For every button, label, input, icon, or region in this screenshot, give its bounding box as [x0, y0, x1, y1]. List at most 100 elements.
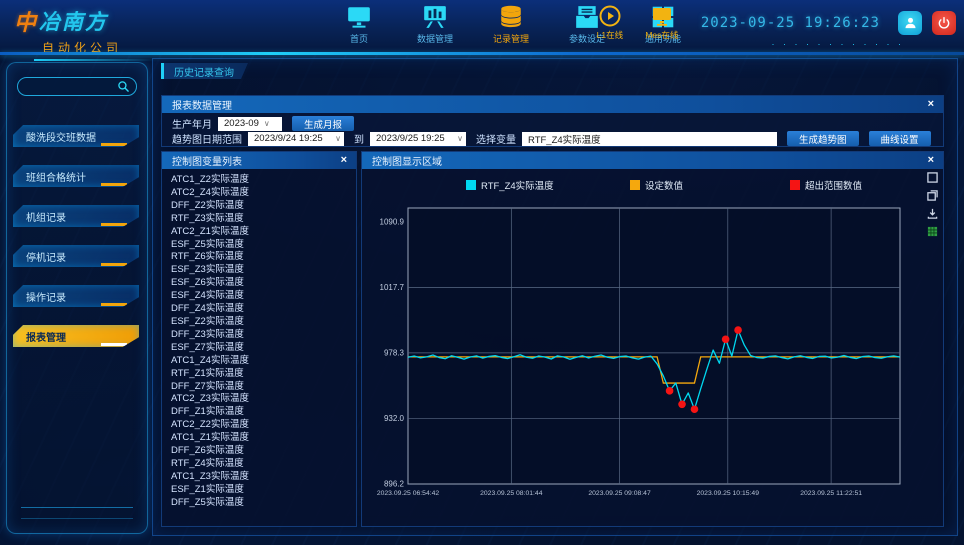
- chart-legend: RTF_Z4实际温度 设定数值 超出范围数值: [362, 178, 943, 192]
- variable-list-item[interactable]: RTF_Z1实际温度: [171, 368, 356, 381]
- restore-icon[interactable]: [927, 190, 938, 201]
- screen-icon: [650, 4, 674, 28]
- variable-list-item[interactable]: DFF_Z1实际温度: [171, 406, 356, 419]
- close-icon[interactable]: ×: [338, 155, 350, 166]
- legend-item-actual[interactable]: RTF_Z4实际温度: [466, 178, 554, 192]
- chart-panel-title: 控制图显示区域: [372, 153, 925, 168]
- variable-list-item[interactable]: ATC2_Z2实际温度: [171, 419, 356, 432]
- mes-status: Mes在线: [641, 4, 683, 41]
- header-status-area: L1在线 Mes在线 2023-09-25 19:26:23: [589, 4, 956, 41]
- sidebar-item-操作记录[interactable]: 操作记录: [13, 285, 139, 307]
- variable-list-item[interactable]: ESF_Z2实际温度: [171, 316, 356, 329]
- svg-text:2023.09.25 10:15:49: 2023.09.25 10:15:49: [697, 490, 760, 497]
- logo-underline: [34, 59, 154, 61]
- variable-list-item[interactable]: ESF_Z6实际温度: [171, 277, 356, 290]
- l1-status-label: L1在线: [597, 29, 623, 41]
- legend-swatch-setpoint: [630, 180, 640, 190]
- nav-item-首页[interactable]: 首页: [328, 4, 390, 45]
- variable-list: ATC1_Z2实际温度ATC2_Z4实际温度DFF_Z2实际温度RTF_Z3实际…: [162, 171, 356, 524]
- variable-input[interactable]: [522, 132, 777, 146]
- sidebar-menu: 酸洗段交班数据班组合格统计机组记录停机记录操作记录报表管理: [7, 107, 147, 347]
- sidebar-item-机组记录[interactable]: 机组记录: [13, 205, 139, 227]
- report-panel-header: 报表数据管理 ×: [162, 96, 943, 113]
- legend-label-actual: RTF_Z4实际温度: [481, 178, 554, 192]
- variable-list-item[interactable]: DFF_Z7实际温度: [171, 381, 356, 394]
- range-row: 趋势图日期范围 2023/9/24 19:25 ∨ 到 2023/9/25 19…: [162, 131, 943, 146]
- company-logo: 中 冶南方 自动化公司: [14, 5, 154, 61]
- page-tab[interactable]: 历史记录查询: [161, 63, 248, 79]
- legend-item-setpoint[interactable]: 设定数值: [630, 178, 683, 192]
- svg-text:2023.09.25 06:54:42: 2023.09.25 06:54:42: [377, 490, 440, 497]
- variable-list-item[interactable]: ATC2_Z1实际温度: [171, 226, 356, 239]
- generate-month-report-button[interactable]: 生成月报: [292, 116, 354, 131]
- range-start-select[interactable]: 2023/9/24 19:25 ∨: [248, 132, 344, 146]
- legend-swatch-outofrange: [790, 180, 800, 190]
- variable-list-item[interactable]: DFF_Z3实际温度: [171, 329, 356, 342]
- variable-list-item[interactable]: ATC1_Z4实际温度: [171, 355, 356, 368]
- main-content-panel: 历史记录查询 报表数据管理 × 生产年月 2023-09 ∨ 生成月报 趋势图日…: [152, 58, 958, 536]
- user-avatar-button[interactable]: [898, 11, 922, 35]
- range-end-select[interactable]: 2023/9/25 19:25 ∨: [370, 132, 466, 146]
- zoom-box-icon[interactable]: [927, 172, 938, 183]
- nav-item-记录管理[interactable]: 记录管理: [480, 4, 542, 45]
- left-sidebar: 酸洗段交班数据班组合格统计机组记录停机记录操作记录报表管理: [6, 62, 148, 534]
- sidebar-item-停机记录[interactable]: 停机记录: [13, 245, 139, 267]
- variable-list-item[interactable]: ESF_Z5实际温度: [171, 239, 356, 252]
- variable-label: 选择变量: [476, 131, 516, 146]
- variable-list-item[interactable]: ESF_Z3实际温度: [171, 264, 356, 277]
- nav-item-数据管理[interactable]: 数据管理: [404, 4, 466, 45]
- variable-list-item[interactable]: ATC1_Z2实际温度: [171, 174, 356, 187]
- search-input[interactable]: [18, 81, 117, 92]
- month-select[interactable]: 2023-09 ∨: [218, 117, 282, 131]
- trend-chart: 1090.91017.7978.3932.0896.22023.09.25 06…: [368, 196, 916, 514]
- person-icon: [903, 15, 918, 30]
- report-panel-title: 报表数据管理: [172, 97, 925, 112]
- variable-list-panel: 控制图变量列表 × ATC1_Z2实际温度ATC2_Z4实际温度DFF_Z2实际…: [161, 151, 357, 527]
- variable-list-item[interactable]: DFF_Z4实际温度: [171, 303, 356, 316]
- variable-list-item[interactable]: ESF_Z1实际温度: [171, 484, 356, 497]
- legend-swatch-actual: [466, 180, 476, 190]
- chevron-down-icon: ∨: [335, 134, 341, 143]
- svg-text:2023.09.25 08:01:44: 2023.09.25 08:01:44: [480, 490, 543, 497]
- variable-list-item[interactable]: ESF_Z7实际温度: [171, 342, 356, 355]
- download-icon[interactable]: [927, 208, 938, 219]
- search-icon[interactable]: [117, 80, 130, 93]
- close-icon[interactable]: ×: [925, 155, 937, 166]
- nav-item-label: 数据管理: [417, 32, 453, 45]
- l1-status: L1在线: [589, 4, 631, 41]
- datetime-display: 2023-09-25 19:26:23: [701, 15, 880, 31]
- generate-trend-button[interactable]: 生成趋势图: [787, 131, 859, 146]
- nav-item-label: 首页: [350, 32, 368, 45]
- range-start-value: 2023/9/24 19:25: [254, 133, 330, 144]
- close-icon[interactable]: ×: [925, 99, 937, 110]
- variable-list-item[interactable]: RTF_Z6实际温度: [171, 251, 356, 264]
- power-button[interactable]: [932, 11, 956, 35]
- variable-list-item[interactable]: RTF_Z4实际温度: [171, 458, 356, 471]
- svg-text:1017.7: 1017.7: [380, 283, 405, 292]
- variable-list-item[interactable]: DFF_Z2实际温度: [171, 200, 356, 213]
- range-label: 趋势图日期范围: [172, 131, 242, 146]
- sidebar-item-酸洗段交班数据[interactable]: 酸洗段交班数据: [13, 125, 139, 147]
- export-excel-icon[interactable]: [927, 226, 938, 237]
- to-label: 到: [354, 131, 364, 146]
- variable-list-item[interactable]: ATC2_Z4实际温度: [171, 187, 356, 200]
- variable-list-item[interactable]: RTF_Z3实际温度: [171, 213, 356, 226]
- sidebar-item-报表管理[interactable]: 报表管理: [13, 325, 139, 347]
- logo-title: 冶南方: [39, 6, 108, 36]
- legend-item-outofrange[interactable]: 超出范围数值: [790, 178, 862, 192]
- mes-status-label: Mes在线: [645, 29, 678, 41]
- variable-list-item[interactable]: DFF_Z5实际温度: [171, 497, 356, 510]
- header-decor-dots: · · · · · · · · · · · ·: [772, 39, 904, 49]
- variable-list-item[interactable]: ATC2_Z3实际温度: [171, 393, 356, 406]
- svg-text:2023.09.25 11:22:51: 2023.09.25 11:22:51: [800, 490, 862, 497]
- variable-list-item[interactable]: ATC1_Z3实际温度: [171, 471, 356, 484]
- sidebar-item-班组合格统计[interactable]: 班组合格统计: [13, 165, 139, 187]
- curve-settings-button[interactable]: 曲线设置: [869, 131, 931, 146]
- nav-item-label: 记录管理: [493, 32, 529, 45]
- variable-list-item[interactable]: ATC1_Z1实际温度: [171, 432, 356, 445]
- top-header: 中 冶南方 自动化公司 首页数据管理记录管理参数设定通用功能 L1在线: [0, 0, 964, 55]
- play-icon: [598, 4, 622, 28]
- sidebar-search: [17, 77, 137, 96]
- variable-list-item[interactable]: DFF_Z6实际温度: [171, 445, 356, 458]
- variable-list-item[interactable]: ESF_Z4实际温度: [171, 290, 356, 303]
